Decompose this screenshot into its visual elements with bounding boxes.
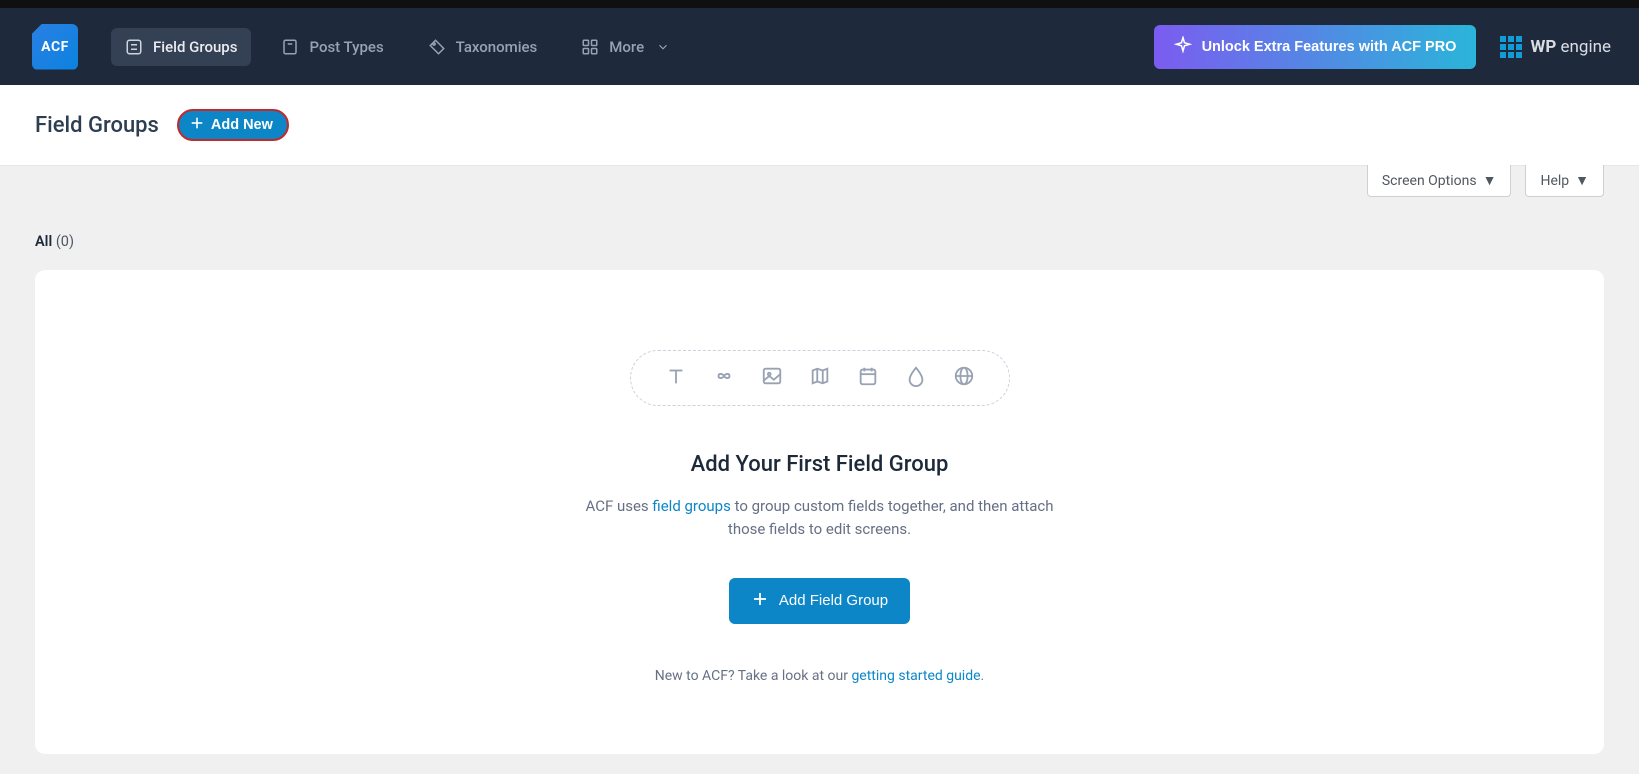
nav-items: Field Groups Post Types Taxonomies More	[111, 28, 686, 66]
screen-options-tab[interactable]: Screen Options ▼	[1367, 165, 1512, 197]
unlock-label: Unlock Extra Features with ACF PRO	[1202, 39, 1457, 55]
grid-icon	[581, 38, 599, 56]
desc-post: to group custom fields together, and the…	[728, 497, 1054, 538]
admin-bar-strip	[0, 0, 1639, 8]
tab-label: Help	[1540, 173, 1569, 189]
add-new-label: Add New	[211, 117, 273, 133]
image-icon	[761, 365, 783, 391]
filter-count: (0)	[56, 233, 74, 250]
screen-tabs: Screen Options ▼ Help ▼	[0, 165, 1639, 197]
empty-description: ACF uses field groups to group custom fi…	[585, 495, 1055, 542]
tag-icon	[428, 38, 446, 56]
desc-pre: ACF uses	[585, 497, 652, 515]
empty-heading: Add Your First Field Group	[75, 452, 1564, 477]
add-new-button[interactable]: Add New	[177, 109, 289, 141]
post-icon	[281, 38, 299, 56]
nav-more[interactable]: More	[567, 28, 686, 66]
list-icon	[125, 38, 143, 56]
map-icon	[809, 365, 831, 391]
page-header: Field Groups Add New	[0, 85, 1639, 166]
hint-post: .	[981, 668, 985, 684]
wpengine-text: WP engine	[1530, 37, 1611, 57]
help-tab[interactable]: Help ▼	[1525, 165, 1604, 197]
nav-right: Unlock Extra Features with ACF PRO WP en…	[1154, 25, 1611, 69]
hint-pre: New to ACF? Take a look at our	[655, 668, 852, 684]
nav-label: Post Types	[309, 38, 383, 56]
text-icon	[665, 365, 687, 391]
nav-label: More	[609, 38, 644, 56]
nav-post-types[interactable]: Post Types	[267, 28, 397, 66]
filter-label: All	[35, 233, 52, 250]
empty-state-card: Add Your First Field Group ACF uses fiel…	[35, 270, 1604, 754]
field-groups-link[interactable]: field groups	[652, 497, 730, 515]
triangle-down-icon: ▼	[1575, 172, 1589, 189]
wpengine-logo[interactable]: WP engine	[1500, 36, 1611, 58]
acf-logo[interactable]: ACF	[32, 24, 78, 70]
plus-icon	[751, 590, 769, 612]
tab-label: Screen Options	[1382, 173, 1477, 189]
plus-icon	[189, 115, 205, 135]
calendar-icon	[857, 365, 879, 391]
add-field-group-button[interactable]: Add Field Group	[729, 578, 910, 624]
sparkle-icon	[1174, 36, 1192, 58]
nav-field-groups[interactable]: Field Groups	[111, 28, 251, 66]
nav-taxonomies[interactable]: Taxonomies	[414, 28, 552, 66]
nav-label: Taxonomies	[456, 38, 538, 56]
filter-all[interactable]: All (0)	[35, 233, 1604, 250]
droplet-icon	[905, 365, 927, 391]
triangle-down-icon: ▼	[1483, 172, 1497, 189]
infinity-icon	[713, 365, 735, 391]
page-title: Field Groups	[35, 113, 159, 138]
globe-icon	[953, 365, 975, 391]
footer-hint: New to ACF? Take a look at our getting s…	[75, 668, 1564, 684]
chevron-down-icon	[654, 38, 672, 56]
content-area: All (0) Add Y	[0, 197, 1639, 774]
top-nav: ACF Field Groups Post Types Taxonomies M…	[0, 8, 1639, 85]
icon-pill	[630, 350, 1010, 406]
unlock-pro-button[interactable]: Unlock Extra Features with ACF PRO	[1154, 25, 1477, 69]
nav-label: Field Groups	[153, 38, 237, 56]
squares-icon	[1500, 36, 1522, 58]
button-label: Add Field Group	[779, 592, 888, 609]
getting-started-link[interactable]: getting started guide	[851, 668, 980, 684]
